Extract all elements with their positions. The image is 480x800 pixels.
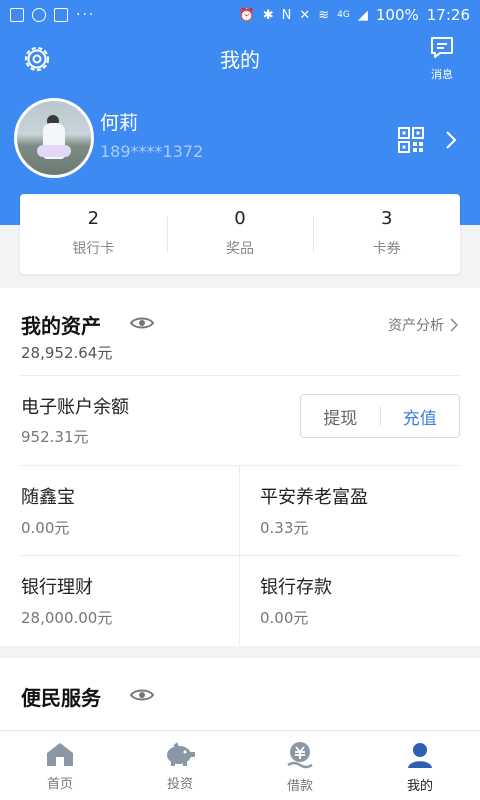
tab-label: 我的	[406, 779, 433, 794]
toggle-visibility-button[interactable]	[129, 687, 155, 703]
tab-label: 首页	[46, 777, 73, 792]
asset-item-label: 随鑫宝	[21, 487, 75, 508]
assets-section: 我的资产 28,952.64元 资产分析 电子账户余额 952.31元 提现 充…	[0, 288, 480, 646]
stat-value: 2	[87, 208, 100, 229]
page-title: 我的	[220, 48, 260, 72]
battery-percent: 100%	[375, 6, 419, 24]
profile-detail-button[interactable]	[444, 128, 458, 152]
globe-notification-icon	[32, 8, 46, 22]
e-account-actions: 提现 充值	[300, 394, 460, 438]
chevron-right-icon	[446, 131, 457, 149]
tab-home[interactable]: 首页	[0, 731, 120, 800]
stat-prizes[interactable]: 0 奖品	[166, 194, 314, 274]
nfc-icon: N	[281, 7, 292, 23]
asset-analysis-link[interactable]: 资产分析	[388, 315, 458, 335]
alarm-icon: ⏰	[238, 7, 255, 23]
stat-coupons[interactable]: 3 卡券	[313, 194, 460, 274]
gallery-notification-icon	[10, 8, 24, 22]
checklist-notification-icon	[54, 8, 68, 22]
withdraw-button[interactable]: 提现	[301, 404, 380, 429]
asset-analysis-label: 资产分析	[388, 318, 444, 334]
status-bar: ··· ⏰ ✱ N ✕ ≋ 4G ◢ 100% 17:26	[0, 0, 480, 30]
network-type: 4G	[337, 10, 350, 20]
stats-card: 2 银行卡 0 奖品 3 卡券	[20, 194, 460, 274]
bottom-tab-bar: 首页 投资 借款 我的	[0, 730, 480, 800]
tab-invest[interactable]: 投资	[120, 731, 240, 800]
piggy-bank-icon	[167, 742, 195, 766]
asset-item-value: 0.00元	[260, 609, 309, 627]
stat-value: 0	[234, 208, 246, 229]
eye-icon	[129, 689, 155, 701]
qr-code-button[interactable]	[398, 127, 424, 153]
loan-icon	[287, 742, 313, 769]
qr-code-icon	[398, 127, 424, 153]
e-account-label: 电子账户余额	[21, 397, 129, 418]
stat-label: 卡券	[372, 241, 401, 257]
divider	[20, 465, 460, 466]
e-account-balance: 952.31元	[21, 428, 89, 446]
recharge-button[interactable]: 充值	[381, 404, 460, 429]
tab-loan[interactable]: 借款	[240, 731, 360, 800]
user-phone: 189****1372	[100, 142, 204, 161]
total-assets: 28,952.64元	[21, 344, 113, 362]
asset-item-label: 银行理财	[21, 577, 93, 598]
user-name[interactable]: 何莉	[100, 108, 138, 135]
tab-label: 借款	[286, 779, 313, 794]
divider	[20, 555, 460, 556]
divider	[20, 375, 460, 376]
stat-label: 奖品	[226, 241, 254, 257]
messages-button[interactable]: 消息	[424, 36, 460, 82]
chevron-right-icon	[450, 318, 458, 332]
asset-item-value: 0.33元	[260, 519, 309, 537]
message-icon	[431, 37, 453, 58]
mute-icon: ✕	[299, 7, 311, 23]
stat-value: 3	[380, 208, 393, 229]
services-title: 便民服务	[21, 686, 101, 710]
tab-profile[interactable]: 我的	[360, 731, 480, 800]
assets-title: 我的资产	[21, 314, 101, 338]
more-notifications-indicator: ···	[76, 7, 96, 23]
stat-label: 银行卡	[72, 241, 115, 257]
home-icon	[47, 743, 73, 766]
signal-icon: ◢	[357, 7, 368, 23]
eye-icon	[129, 317, 155, 329]
wifi-icon: ≋	[318, 7, 330, 23]
profile-icon	[408, 743, 432, 768]
stat-bank-cards[interactable]: 2 银行卡	[20, 194, 167, 274]
toggle-visibility-button[interactable]	[129, 315, 155, 331]
avatar[interactable]	[14, 98, 94, 178]
bluetooth-icon: ✱	[262, 7, 274, 23]
asset-item-label: 平安养老富盈	[260, 487, 368, 508]
asset-item-value: 0.00元	[21, 519, 70, 537]
asset-item-value: 28,000.00元	[21, 609, 113, 627]
messages-label: 消息	[431, 68, 453, 81]
tab-label: 投资	[166, 777, 193, 792]
services-section: 便民服务	[0, 658, 480, 730]
clock: 17:26	[426, 6, 470, 24]
asset-item-label: 银行存款	[260, 577, 332, 598]
